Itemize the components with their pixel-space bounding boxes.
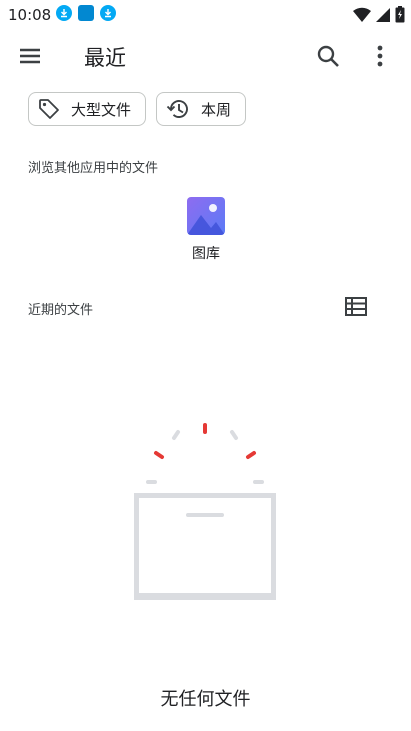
more-vert-icon bbox=[377, 45, 383, 67]
wifi-icon bbox=[353, 7, 371, 22]
menu-button[interactable] bbox=[16, 42, 44, 70]
search-icon bbox=[317, 45, 339, 67]
download-icon bbox=[100, 5, 116, 21]
app-shortcut-gallery[interactable]: 图库 bbox=[176, 197, 236, 263]
menu-icon bbox=[20, 48, 40, 64]
app-shortcut-label: 图库 bbox=[192, 246, 220, 262]
app-notification-icon bbox=[78, 5, 94, 21]
more-options-button[interactable] bbox=[368, 42, 392, 70]
filter-chip-large-files[interactable]: 大型文件 bbox=[28, 92, 147, 126]
system-icons bbox=[353, 6, 405, 23]
notification-icons bbox=[56, 5, 116, 21]
empty-state-text: 无任何文件 bbox=[160, 689, 251, 710]
section-title-recent-files: 近期的文件 bbox=[28, 303, 94, 318]
tag-icon bbox=[39, 99, 59, 119]
signal-icon bbox=[376, 7, 390, 22]
filter-chip-this-week[interactable]: 本周 bbox=[156, 92, 247, 126]
filter-chip-label: 大型文件 bbox=[71, 100, 132, 119]
search-button[interactable] bbox=[314, 42, 342, 70]
status-time: 10:08 bbox=[8, 6, 52, 24]
filter-chips: 大型文件 本周 bbox=[28, 92, 247, 126]
empty-state-illustration bbox=[130, 420, 280, 605]
gallery-icon bbox=[187, 197, 225, 235]
list-view-toggle-button[interactable] bbox=[344, 296, 368, 318]
top-app-bar: 最近 bbox=[0, 28, 411, 84]
filter-chip-label: 本周 bbox=[201, 100, 232, 119]
page-title: 最近 bbox=[84, 46, 126, 70]
history-icon bbox=[166, 100, 188, 118]
section-title-other-apps: 浏览其他应用中的文件 bbox=[28, 161, 159, 176]
list-view-icon bbox=[345, 297, 367, 316]
status-bar: 10:08 bbox=[0, 0, 411, 28]
download-icon bbox=[56, 5, 72, 21]
battery-icon bbox=[395, 6, 405, 23]
